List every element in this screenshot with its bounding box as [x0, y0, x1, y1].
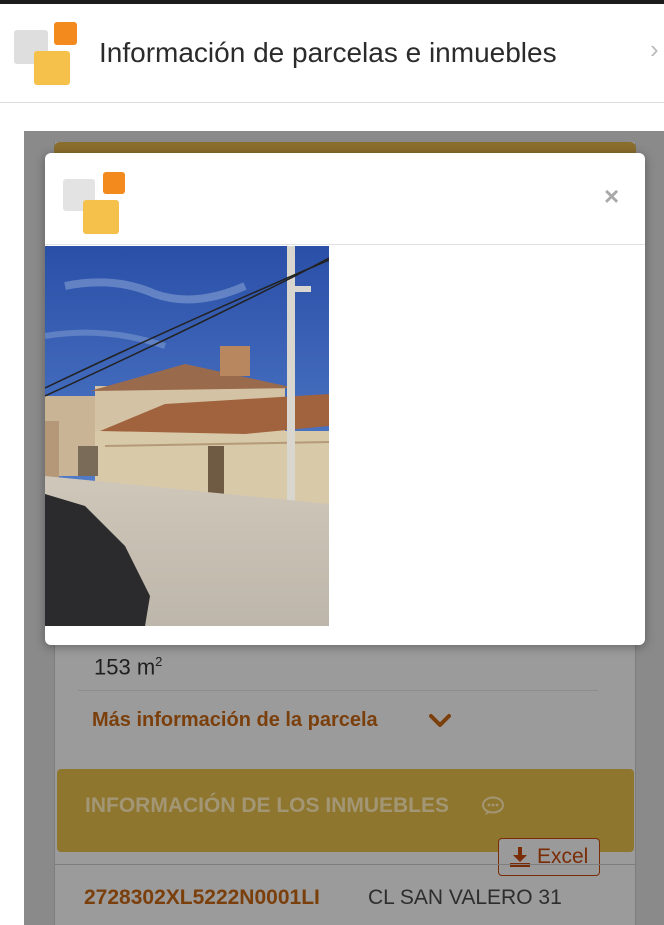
- property-reference-link[interactable]: 2728302XL5222N0001LI: [84, 886, 320, 910]
- building-facade-photo: [45, 246, 329, 626]
- properties-section-title: INFORMACIÓN DE LOS INMUEBLES: [85, 794, 450, 817]
- divider: [45, 244, 645, 245]
- chevron-down-icon[interactable]: [428, 712, 452, 730]
- excel-button-label: Excel: [537, 845, 589, 868]
- app-header: Información de parcelas e inmuebles ›: [0, 4, 664, 103]
- page-title: Información de parcelas e inmuebles: [99, 37, 557, 68]
- photo-modal: ×: [45, 153, 645, 645]
- close-icon[interactable]: ×: [604, 181, 619, 212]
- parcel-area: 153 m2: [94, 654, 163, 680]
- divider: [78, 690, 598, 691]
- catastro-logo-icon: [63, 172, 125, 234]
- close-icon[interactable]: ›: [650, 34, 659, 65]
- more-parcel-info-link[interactable]: Más información de la parcela: [92, 709, 378, 732]
- excel-export-button[interactable]: Excel: [498, 838, 600, 876]
- divider: [54, 864, 636, 865]
- comment-icon: [482, 796, 504, 815]
- property-address: CL SAN VALERO 31: [368, 886, 562, 909]
- catastro-logo-icon: [14, 21, 78, 87]
